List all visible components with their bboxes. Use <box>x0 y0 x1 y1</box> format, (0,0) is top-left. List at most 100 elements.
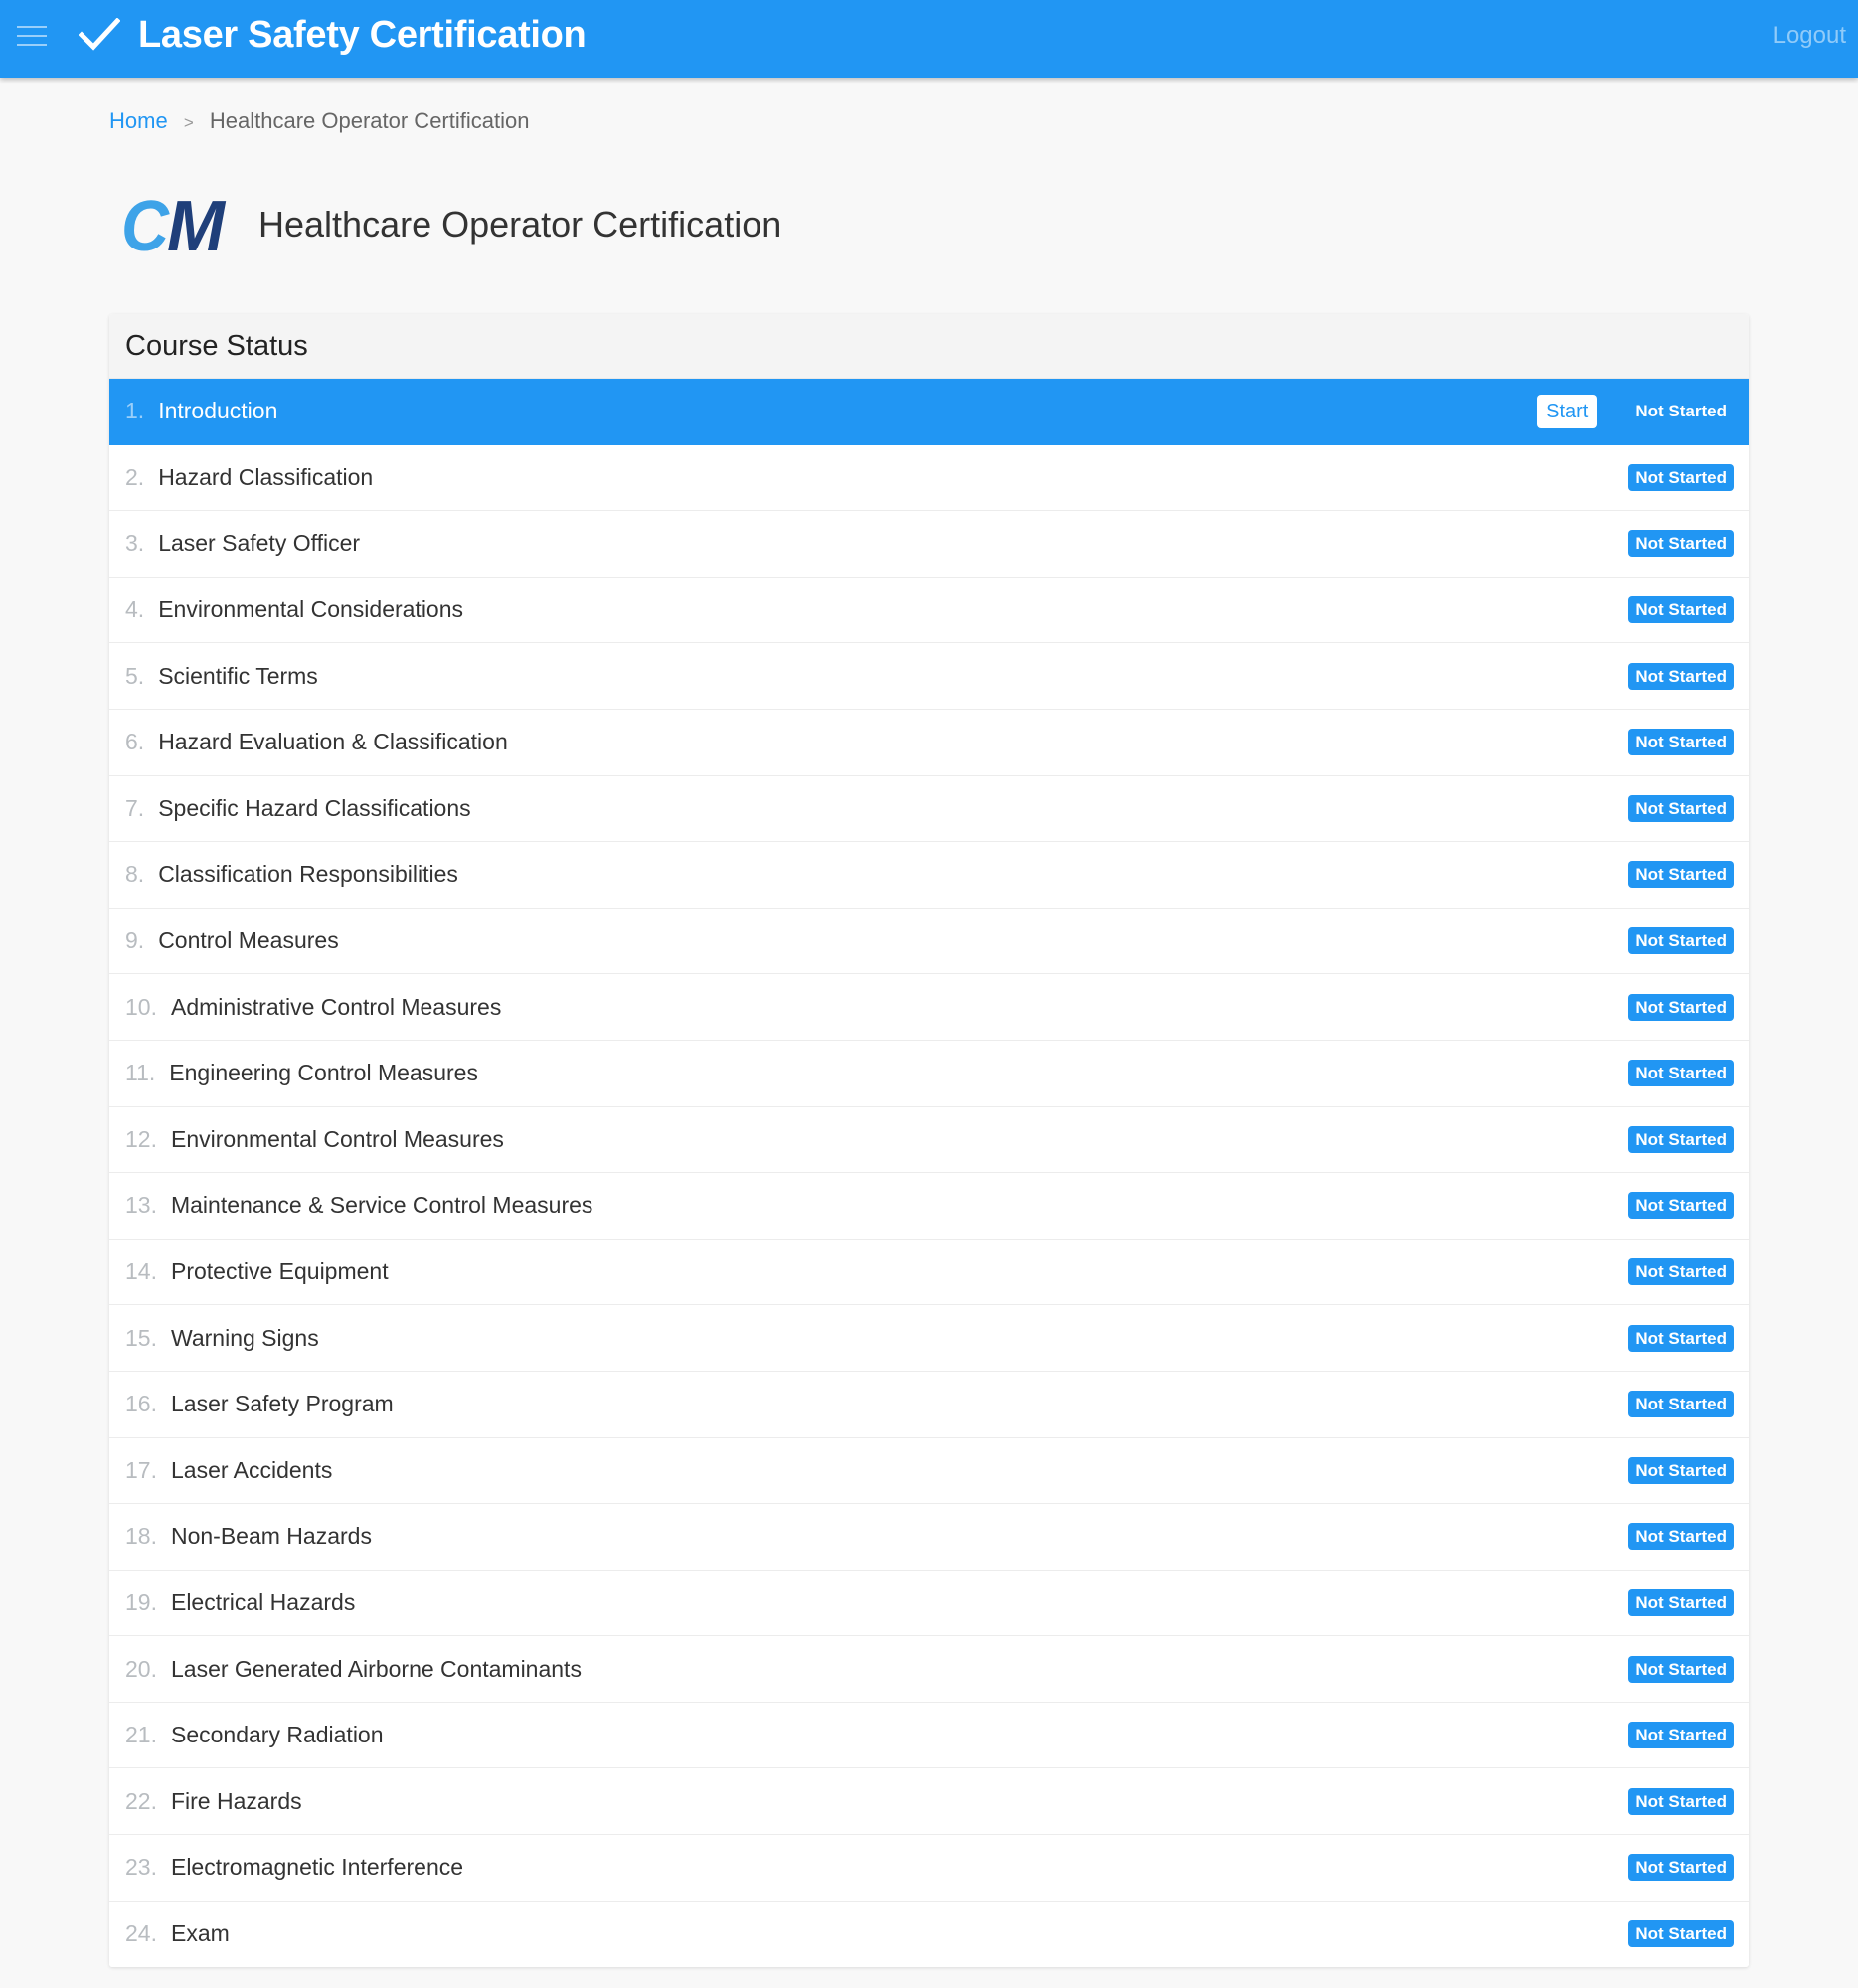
module-number: 17. <box>125 1456 157 1483</box>
module-title: Warning Signs <box>170 1324 319 1351</box>
module-number: 11. <box>125 1060 156 1086</box>
module-number: 16. <box>125 1391 157 1417</box>
module-title: Classification Responsibilities <box>158 861 458 888</box>
status-badge: Not Started <box>1628 1722 1734 1749</box>
module-row[interactable]: 20. Laser Generated Airborne Contaminants… <box>109 1636 1749 1703</box>
module-actions: Not Started <box>1628 578 1734 643</box>
module-actions: Not Started <box>1628 710 1734 775</box>
breadcrumb-separator: > <box>183 113 194 132</box>
module-actions: Not Started <box>1628 1835 1734 1901</box>
module-row[interactable]: 14. Protective Equipment Not Started <box>109 1239 1749 1306</box>
logo-letter-m: M <box>167 189 227 256</box>
module-number: 15. <box>125 1324 157 1351</box>
module-actions: Not Started <box>1628 776 1734 842</box>
module-row[interactable]: 6. Hazard Evaluation & Classification Not … <box>109 709 1749 776</box>
module-title: Hazard Classification <box>158 463 374 490</box>
module-row[interactable]: 15. Warning Signs Not Started <box>109 1305 1749 1372</box>
module-actions: Not Started <box>1628 1438 1734 1504</box>
module-row[interactable]: 5. Scientific Terms Not Started <box>109 643 1749 710</box>
status-badge: Not Started <box>1628 1854 1734 1882</box>
module-number: 5. <box>125 662 145 689</box>
module-row[interactable]: 2. Hazard Classification Not Started <box>109 444 1749 512</box>
page-title: Healthcare Operator Certification <box>258 204 782 245</box>
module-title: Fire Hazards <box>170 1787 302 1814</box>
module-title: Laser Safety Officer <box>158 530 361 557</box>
status-badge: Not Started <box>1628 1655 1734 1683</box>
module-list: 1. Introduction Start Not Started 2. Hazard C… <box>109 379 1749 1968</box>
module-row[interactable]: 21. Secondary Radiation Not Started <box>109 1702 1749 1769</box>
module-row[interactable]: 8. Classification Responsibilities Not Sta… <box>109 842 1749 909</box>
status-badge: Not Started <box>1628 993 1734 1021</box>
module-title: Protective Equipment <box>170 1258 389 1285</box>
module-number: 7. <box>125 794 145 821</box>
module-actions: Not Started <box>1628 1902 1734 1968</box>
status-badge: Not Started <box>1628 1125 1734 1153</box>
module-number: 6. <box>125 729 145 755</box>
menu-line <box>17 35 47 37</box>
module-number: 12. <box>125 1125 157 1152</box>
module-row[interactable]: 22. Fire Hazards Not Started <box>109 1768 1749 1836</box>
module-actions: Not Started <box>1628 974 1734 1040</box>
module-actions: Not Started <box>1628 511 1734 577</box>
module-number: 4. <box>125 596 145 623</box>
module-number: 19. <box>125 1588 157 1615</box>
module-actions: Not Started <box>1628 1703 1734 1768</box>
module-actions: Not Started <box>1628 445 1734 511</box>
module-number: 21. <box>125 1722 157 1748</box>
module-actions: Not Started <box>1628 1571 1734 1636</box>
module-actions: Start Not Started <box>1537 379 1734 444</box>
module-title: Maintenance & Service Control Measures <box>170 1192 593 1219</box>
module-row[interactable]: 18. Non-Beam Hazards Not Started <box>109 1504 1749 1571</box>
module-row[interactable]: 23. Electromagnetic Interference Not Start… <box>109 1835 1749 1902</box>
module-row[interactable]: 10. Administrative Control Measures Not St… <box>109 974 1749 1041</box>
module-actions: Not Started <box>1628 1173 1734 1239</box>
module-title: Hazard Evaluation & Classification <box>158 729 508 755</box>
module-row[interactable]: 19. Electrical Hazards Not Started <box>109 1570 1749 1637</box>
module-title: Environmental Considerations <box>158 596 464 623</box>
module-number: 22. <box>125 1787 157 1814</box>
module-actions: Not Started <box>1628 909 1734 974</box>
top-app-bar: Laser Safety Certification Logout <box>0 0 1858 78</box>
module-title: Secondary Radiation <box>170 1722 384 1748</box>
status-badge: Not Started <box>1628 1060 1734 1087</box>
module-number: 23. <box>125 1854 157 1881</box>
app-title[interactable]: Laser Safety Certification <box>138 12 587 58</box>
module-row[interactable]: 4. Environmental Considerations Not Starte… <box>109 577 1749 644</box>
module-row[interactable]: 16. Laser Safety Program Not Started <box>109 1371 1749 1438</box>
checkmark-icon <box>79 18 120 51</box>
module-number: 8. <box>125 861 145 888</box>
module-number: 20. <box>125 1655 157 1682</box>
status-badge: Not Started <box>1628 1324 1734 1352</box>
module-title: Control Measures <box>158 927 339 954</box>
course-status-panel: Course Status 1. Introduction Start Not Sta… <box>109 314 1749 1968</box>
status-badge: Not Started <box>1628 1787 1734 1815</box>
status-badge: Not Started <box>1628 1523 1734 1551</box>
breadcrumb-home-link[interactable]: Home <box>109 108 168 133</box>
module-actions: Not Started <box>1628 1041 1734 1106</box>
module-row[interactable]: 1. Introduction Start Not Started <box>109 379 1749 445</box>
module-row[interactable]: 11. Engineering Control Measures Not Start… <box>109 1040 1749 1107</box>
module-title: Laser Accidents <box>170 1456 333 1483</box>
start-button[interactable]: Start <box>1537 394 1598 428</box>
module-actions: Not Started <box>1628 1305 1734 1371</box>
module-title: Laser Generated Airborne Contaminants <box>170 1655 582 1682</box>
status-badge: Not Started <box>1628 1258 1734 1286</box>
module-row[interactable]: 17. Laser Accidents Not Started <box>109 1437 1749 1505</box>
status-badge: Not Started <box>1628 1391 1734 1418</box>
module-title: Laser Safety Program <box>170 1391 394 1417</box>
hamburger-menu-icon[interactable] <box>17 25 47 47</box>
module-number: 13. <box>125 1192 157 1219</box>
logout-link[interactable]: Logout <box>1774 20 1846 52</box>
status-badge: Not Started <box>1628 596 1734 624</box>
module-row[interactable]: 13. Maintenance & Service Control Measure… <box>109 1173 1749 1240</box>
status-badge: Not Started <box>1628 662 1734 690</box>
module-row[interactable]: 7. Specific Hazard Classifications Not Sta… <box>109 775 1749 843</box>
module-actions: Not Started <box>1628 1240 1734 1305</box>
module-row[interactable]: 24. Exam Not Started <box>109 1901 1749 1968</box>
module-row[interactable]: 3. Laser Safety Officer Not Started <box>109 511 1749 578</box>
module-actions: Not Started <box>1628 1768 1734 1834</box>
module-row[interactable]: 12. Environmental Control Measures Not Sta… <box>109 1106 1749 1174</box>
module-row[interactable]: 9. Control Measures Not Started <box>109 908 1749 975</box>
menu-line <box>17 44 47 46</box>
status-badge: Not Started <box>1628 729 1734 756</box>
